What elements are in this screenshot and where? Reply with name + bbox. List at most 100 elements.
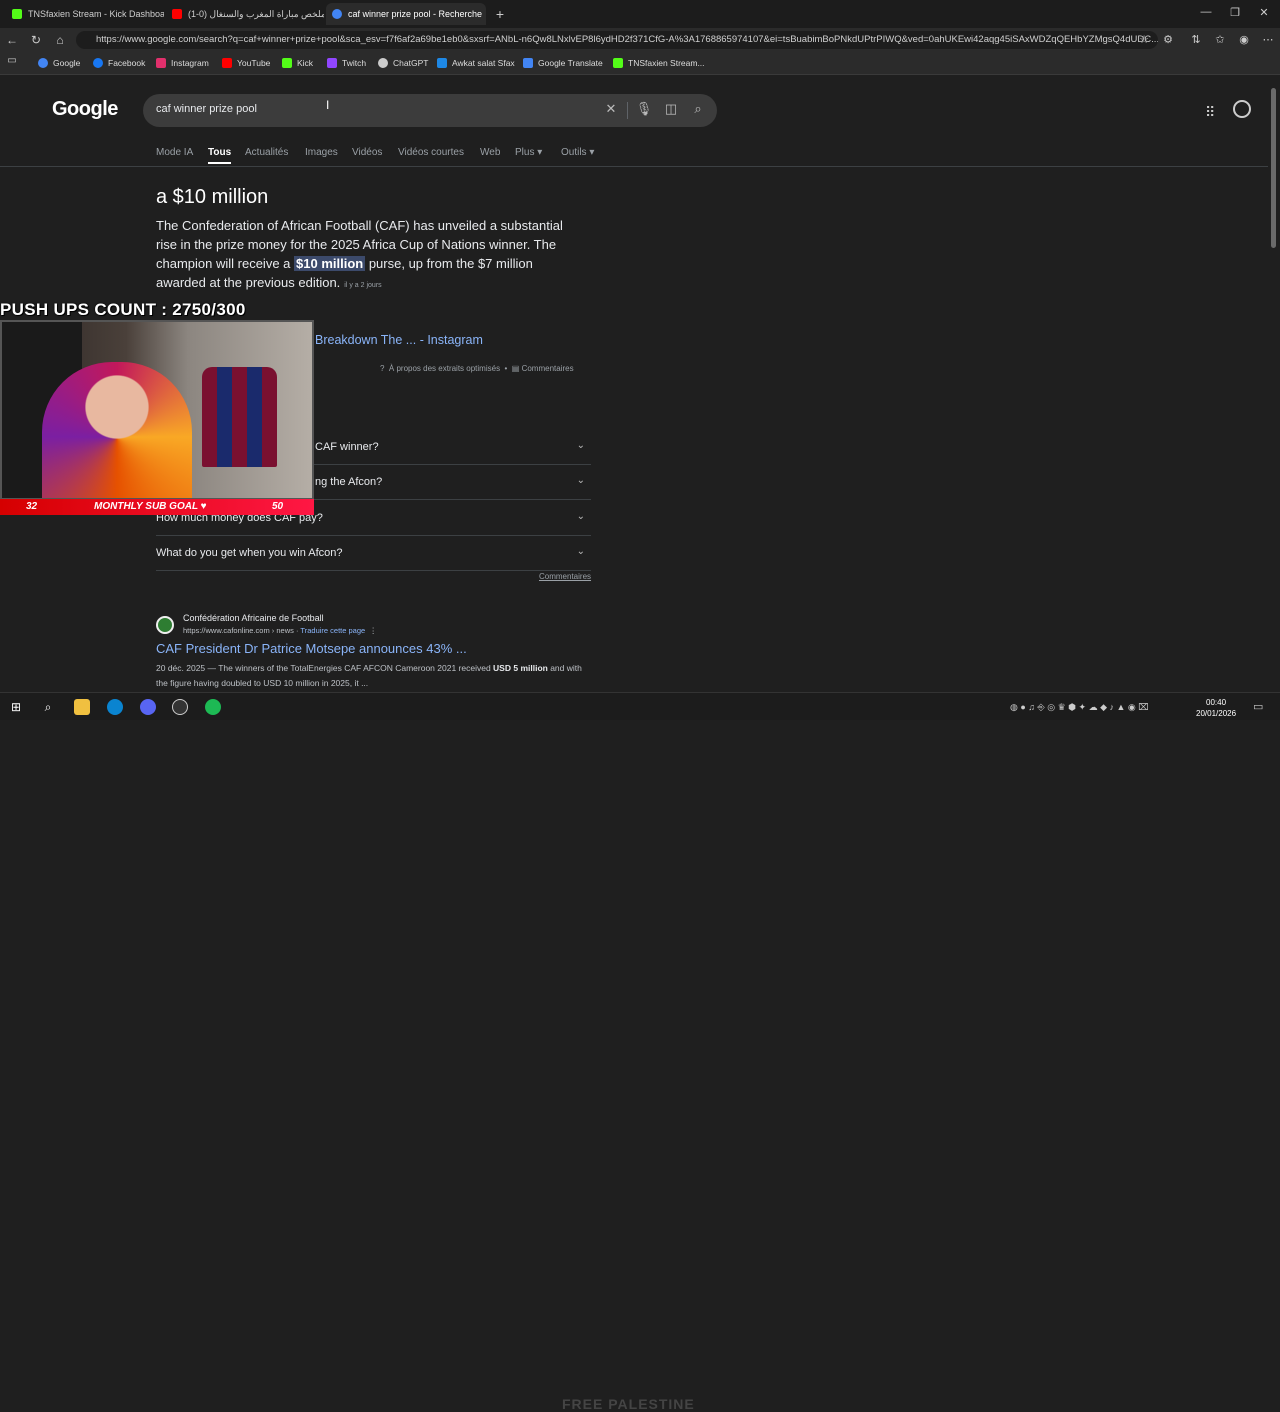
tab-label: TNSfaxien Stream - Kick Dashboa xyxy=(28,9,164,19)
search-box[interactable]: ✕ 🎙 ◫ ⌕ xyxy=(143,94,717,127)
bookmarks-bar: ▭ Google Facebook Instagram YouTube Kick… xyxy=(0,52,1280,75)
reload-icon[interactable]: ↻ xyxy=(28,33,44,47)
bookmark-instagram[interactable]: Instagram xyxy=(156,58,209,68)
tab-plus[interactable]: Plus ▾ xyxy=(515,147,542,158)
obs-icon[interactable] xyxy=(172,699,188,715)
tab-youtube-video[interactable]: ملخص مباراة المغرب والسنغال (0-1) ✕ xyxy=(166,3,324,25)
kick-icon xyxy=(613,58,623,68)
system-clock[interactable]: 00:40 20/01/2026 xyxy=(1196,697,1236,719)
minimize-button[interactable]: — xyxy=(1196,6,1216,18)
result-snippet: 20 déc. 2025 — The winners of the TotalE… xyxy=(156,663,582,688)
sync-icon[interactable]: ⇅ xyxy=(1188,33,1204,46)
search-input[interactable] xyxy=(156,103,576,115)
comments-link[interactable]: Commentaires xyxy=(522,364,574,373)
back-icon[interactable]: ← xyxy=(4,33,20,47)
bookmark-twitch[interactable]: Twitch xyxy=(327,58,366,68)
google-logo[interactable]: Google xyxy=(52,98,118,121)
tab-tous[interactable]: Tous xyxy=(208,147,232,164)
chevron-down-icon: ⌄ xyxy=(576,475,585,486)
close-window-button[interactable]: ✕ xyxy=(1254,6,1274,19)
jersey xyxy=(202,367,277,467)
new-tab-button[interactable]: + xyxy=(490,6,510,22)
scrollbar-thumb[interactable] xyxy=(1271,88,1276,248)
pushups-counter: PUSH UPS COUNT : 2750/300 xyxy=(0,300,246,319)
bookmark-chatgpt[interactable]: ChatGPT xyxy=(378,58,428,68)
sub-goal-label: MONTHLY SUB GOAL ♥ xyxy=(94,501,207,512)
tab-actualites[interactable]: Actualités xyxy=(245,147,288,158)
notification-icon[interactable]: ▭ xyxy=(1253,700,1263,713)
tab-videos-courtes[interactable]: Vidéos courtes xyxy=(398,147,464,158)
address-bar-row: ← ↻ ⌂ https://www.google.com/search?q=ca… xyxy=(0,28,1280,52)
apps-grid-icon[interactable]: ⠿ xyxy=(1205,104,1215,121)
sub-current: 32 xyxy=(26,501,38,512)
divider xyxy=(627,102,628,119)
reading-list-icon[interactable]: ▭ xyxy=(4,55,20,66)
bookmark-kick[interactable]: Kick xyxy=(282,58,313,68)
youtube-icon xyxy=(222,58,232,68)
url-field[interactable]: https://www.google.com/search?q=caf+winn… xyxy=(76,31,1158,49)
featured-description: The Confederation of African Football (C… xyxy=(156,218,563,290)
browser-tab-bar: TNSfaxien Stream - Kick Dashboa ✕ ملخص م… xyxy=(0,0,1280,28)
translate-link: Traduire cette page xyxy=(300,626,366,635)
edge-icon[interactable] xyxy=(107,699,123,715)
avatar[interactable] xyxy=(1233,100,1251,118)
tab-kick-dashboard[interactable]: TNSfaxien Stream - Kick Dashboa ✕ xyxy=(6,3,164,25)
bookmark-tnsfaxien-stream[interactable]: TNSfaxien Stream... xyxy=(613,58,705,68)
bookmark-google[interactable]: Google xyxy=(38,58,80,68)
tab-images[interactable]: Images xyxy=(305,147,338,158)
maximize-button[interactable]: ❐ xyxy=(1225,6,1245,19)
featured-source-link[interactable]: Breakdown The ... - Instagram xyxy=(315,333,483,347)
result-site-name[interactable]: Confédération Africaine de Football xyxy=(183,613,324,623)
bookmark-google-translate[interactable]: Google Translate xyxy=(523,58,603,68)
chatgpt-icon xyxy=(378,58,388,68)
tab-mode-ia[interactable]: Mode IA xyxy=(156,147,193,158)
highlight: $10 million xyxy=(294,256,366,271)
windows-start-icon[interactable]: ⊞ xyxy=(8,699,24,715)
profile-icon[interactable]: ◉ xyxy=(1236,33,1252,46)
youtube-icon xyxy=(172,9,182,19)
faq-item[interactable]: What do you get when you win Afcon? ⌄ xyxy=(156,536,591,571)
caf-logo-icon xyxy=(156,616,174,634)
home-icon[interactable]: ⌂ xyxy=(52,33,68,47)
result-url[interactable]: https://www.cafonline.com › news · Tradu… xyxy=(183,626,377,635)
chevron-down-icon: ⌄ xyxy=(576,546,585,557)
twitch-icon xyxy=(327,58,337,68)
tab-outils[interactable]: Outils ▾ xyxy=(561,147,594,158)
microphone-icon[interactable]: 🎙 xyxy=(635,101,653,117)
tab-label: caf winner prize pool - Recherche xyxy=(348,9,483,19)
scrollbar[interactable] xyxy=(1268,76,1280,692)
stream-overlay-text: FREE PALESTINE xyxy=(562,1396,695,1412)
spotify-icon[interactable] xyxy=(205,699,221,715)
close-icon[interactable]: ✕ xyxy=(482,8,486,21)
result-title-link[interactable]: CAF President Dr Patrice Motsepe announc… xyxy=(156,641,467,656)
google-icon xyxy=(38,58,48,68)
featured-answer: a $10 million xyxy=(156,186,269,208)
discord-icon[interactable] xyxy=(140,699,156,715)
extensions-icon[interactable]: ⚙ xyxy=(1160,33,1176,46)
file-explorer-icon[interactable] xyxy=(74,699,90,715)
tab-videos[interactable]: Vidéos xyxy=(352,147,382,158)
star-icon[interactable]: ☆ xyxy=(1136,33,1152,46)
bookmark-awkat-salat[interactable]: Awkat salat Sfax xyxy=(437,58,515,68)
sub-goal-bar: 32 MONTHLY SUB GOAL ♥ 50 xyxy=(0,499,314,515)
bookmark-facebook[interactable]: Facebook xyxy=(93,58,145,68)
search-icon[interactable]: ⌕ xyxy=(689,101,707,117)
clear-icon[interactable]: ✕ xyxy=(602,101,620,117)
webcam-overlay xyxy=(0,320,314,500)
featured-meta: ? À propos des extraits optimisés • ▤ Co… xyxy=(380,364,574,373)
facebook-icon xyxy=(93,58,103,68)
favorites-icon[interactable]: ✩ xyxy=(1212,33,1228,46)
tray-icons[interactable]: ◍ ● ♫ ⎆ ◎ ♛ ⬢ ✦ ☁ ◆ ♪ ▲ ◉ ⌧ xyxy=(1010,702,1149,713)
faq-comments-link[interactable]: Commentaires xyxy=(539,572,591,581)
snippet-date: il y a 2 jours xyxy=(344,282,382,289)
help-icon: ? xyxy=(380,364,385,373)
about-featured-link[interactable]: À propos des extraits optimisés xyxy=(389,364,500,373)
camera-search-icon[interactable]: ◫ xyxy=(662,101,680,117)
kick-icon xyxy=(282,58,292,68)
mosque-icon xyxy=(437,58,447,68)
bookmark-youtube[interactable]: YouTube xyxy=(222,58,270,68)
search-icon[interactable]: ⌕ xyxy=(40,699,56,715)
tab-web[interactable]: Web xyxy=(480,147,500,158)
more-icon[interactable]: ⋯ xyxy=(1260,33,1276,46)
tab-google-search[interactable]: caf winner prize pool - Recherche ✕ xyxy=(326,3,486,25)
